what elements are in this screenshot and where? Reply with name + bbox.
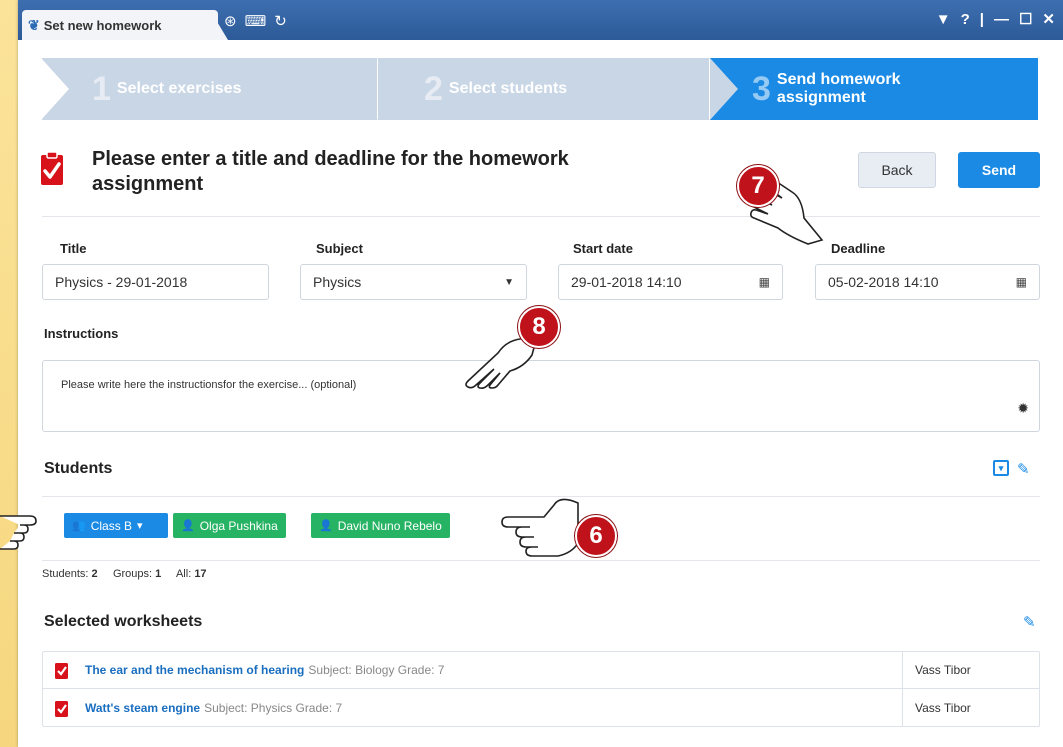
minimize-icon[interactable]: — (994, 12, 1009, 28)
worksheet-link[interactable]: Watt's steam engine (85, 701, 200, 715)
edit-pencil-icon[interactable]: ✎ (1023, 613, 1036, 631)
send-button[interactable]: Send (958, 152, 1040, 188)
instructions-label: Instructions (44, 326, 119, 341)
dropdown-icon[interactable]: ▼ (936, 12, 951, 28)
start-date-label: Start date (573, 241, 633, 256)
start-date-input[interactable]: 29-01-2018 14:10 ▦ (558, 264, 783, 300)
close-icon[interactable]: ✕ (1042, 12, 1055, 28)
step-label: Send homework assignment (776, 71, 901, 106)
collapse-icon[interactable]: ▾ (993, 460, 1009, 476)
chevron-down-icon: ▼ (504, 276, 514, 288)
deadline-value: 05-02-2018 14:10 (828, 274, 939, 290)
step-arrow (710, 58, 738, 120)
homework-icon (41, 151, 63, 185)
title-bar: ❦ Set new homework ⊛ ⌨ ↻ ▼ ? | — ☐ ✕ (18, 0, 1063, 40)
all-count-label: All: (175, 568, 192, 580)
tab-set-new-homework[interactable]: ❦ Set new homework (22, 10, 218, 40)
maximize-icon[interactable]: ☐ (1019, 12, 1032, 28)
step-select-students[interactable]: 2 Select students (377, 58, 738, 120)
chip-label: David Nuno Rebelo (337, 518, 442, 533)
wizard-steps: 1 Select exercises 2 Select students 3 S… (41, 58, 1038, 120)
step-label: Select exercises (116, 80, 242, 97)
title-label: Title (60, 241, 87, 256)
student-counts: Students: 2 Groups: 1 All: 17 (42, 568, 207, 580)
worksheet-icon (55, 663, 68, 679)
students-count: 2 (91, 568, 98, 580)
annotation-marker-7: 7 (737, 165, 779, 207)
student-chip-olga[interactable]: 👤 Olga Pushkina (173, 513, 286, 538)
divider (42, 216, 1040, 217)
edit-pencil-icon[interactable]: ✎ (1017, 460, 1030, 478)
user-icon: 👤 (319, 520, 333, 532)
students-count-label: Students: (42, 568, 89, 580)
group-chip-class-b[interactable]: 👥 Class B ▾ (64, 513, 168, 538)
group-icon: 👥 (72, 520, 86, 532)
worksheets-title: Selected worksheets (44, 613, 203, 630)
table-row[interactable]: Watt's steam engine Subject: Physics Gra… (43, 689, 1039, 726)
separator: | (979, 11, 984, 28)
step-number: 1 (92, 69, 111, 108)
worksheet-icon (55, 700, 68, 717)
step-send-homework[interactable]: 3 Send homework assignment (709, 58, 1038, 120)
groups-count-label: Groups: (112, 568, 153, 580)
tab-title: Set new homework (43, 17, 162, 33)
navigate-icon[interactable]: ⊛ (224, 12, 237, 30)
students-title: Students (44, 460, 113, 477)
title-input[interactable]: Physics - 29-01-2018 (42, 264, 269, 300)
calendar-icon[interactable]: ▦ (1016, 275, 1027, 289)
worksheet-cell: The ear and the mechanism of hearing Sub… (43, 652, 903, 688)
instructions-placeholder: Please write here the instructionsfor th… (61, 379, 357, 391)
worksheet-meta: Subject: Physics Grade: 7 (204, 700, 343, 715)
window-controls: ▼ ? | — ☐ ✕ (936, 12, 1055, 28)
step-label: Select students (448, 80, 568, 97)
all-count: 17 (194, 568, 207, 580)
worksheet-author: Vass Tibor (915, 663, 971, 677)
pointing-hand-icon (0, 515, 37, 550)
homework-tab-icon: ❦ (28, 16, 40, 33)
help-icon[interactable]: ? (961, 12, 970, 28)
step-select-exercises[interactable]: 1 Select exercises (41, 58, 406, 120)
worksheet-cell: Watt's steam engine Subject: Physics Gra… (43, 689, 903, 726)
step-notch (41, 58, 69, 120)
groups-count: 1 (155, 568, 162, 580)
refresh-icon[interactable]: ↻ (274, 12, 287, 30)
subject-select[interactable]: Physics ▼ (300, 264, 527, 300)
annotation-marker-6: 6 (575, 515, 617, 557)
annotation-marker-8: 8 (518, 306, 560, 348)
table-row[interactable]: The ear and the mechanism of hearing Sub… (43, 652, 1039, 689)
calendar-icon[interactable]: ▦ (759, 275, 770, 289)
worksheet-meta: Subject: Biology Grade: 7 (308, 663, 445, 677)
worksheet-link[interactable]: The ear and the mechanism of hearing (85, 663, 304, 677)
student-chip-david[interactable]: 👤 David Nuno Rebelo (311, 513, 450, 538)
deadline-input[interactable]: 05-02-2018 14:10 ▦ (815, 264, 1040, 300)
step-number: 3 (752, 69, 771, 108)
toolbar-icons: ⊛ ⌨ ↻ (224, 12, 287, 30)
page-title: Please enter a title and deadline for th… (92, 148, 569, 195)
worksheet-author: Vass Tibor (915, 700, 971, 715)
students-actions: ▾ ✎ (993, 460, 1030, 478)
step-arrow (378, 58, 406, 120)
gear-icon[interactable]: ✹ (1017, 400, 1029, 417)
back-button[interactable]: Back (858, 152, 936, 188)
step-number: 2 (424, 69, 443, 108)
keyboard-icon[interactable]: ⌨ (245, 12, 267, 30)
user-icon: 👤 (181, 520, 195, 532)
subject-value: Physics (313, 274, 362, 290)
title-value: Physics - 29-01-2018 (55, 274, 188, 290)
start-date-value: 29-01-2018 14:10 (571, 274, 682, 290)
chip-label: Olga Pushkina (199, 518, 278, 533)
chevron-down-icon[interactable]: ▾ (137, 519, 143, 532)
subject-label: Subject (316, 241, 363, 256)
worksheets-table: The ear and the mechanism of hearing Sub… (42, 651, 1040, 727)
chip-label: Class B (90, 518, 133, 533)
deadline-label: Deadline (831, 241, 886, 256)
